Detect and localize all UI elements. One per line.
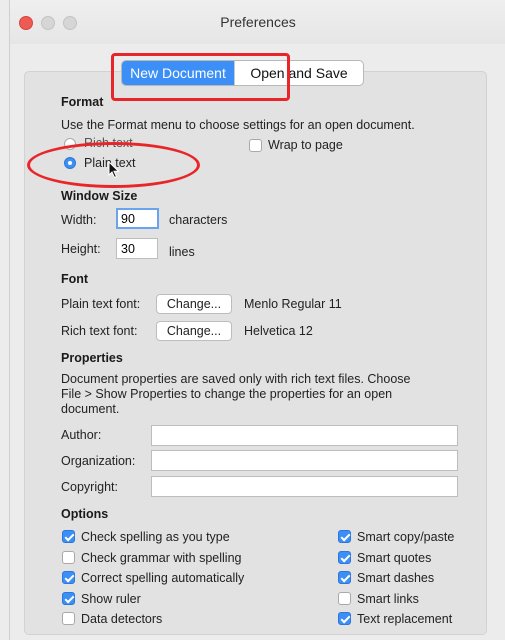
- show-ruler-label: Show ruler: [81, 592, 141, 606]
- rich-text-font-label: Rich text font:: [61, 324, 138, 338]
- smart-dashes-label: Smart dashes: [357, 571, 435, 585]
- height-input[interactable]: [116, 238, 158, 259]
- author-field[interactable]: [151, 425, 458, 446]
- rich-font-value: Helvetica 12: [244, 324, 313, 338]
- height-label: Height:: [61, 242, 101, 256]
- plain-text-font-label: Plain text font:: [61, 297, 141, 311]
- properties-description-line1: Document properties are saved only with …: [61, 372, 411, 386]
- smart-copy-paste-label: Smart copy/paste: [357, 530, 455, 544]
- smart-links-label: Smart links: [357, 592, 419, 606]
- smart-dashes-checkbox[interactable]: [338, 571, 351, 584]
- plain-font-value: Menlo Regular 11: [244, 297, 342, 311]
- tab-highlight-annotation: [111, 53, 290, 101]
- organization-label: Organization:: [61, 454, 136, 468]
- width-input[interactable]: [116, 208, 159, 229]
- height-unit-label: lines: [169, 245, 195, 259]
- wrap-to-page-label: Wrap to page: [268, 138, 343, 152]
- format-heading: Format: [61, 95, 104, 109]
- properties-description-line2: File > Show Properties to change the pro…: [61, 387, 393, 401]
- check-spelling-label: Check spelling as you type: [81, 530, 230, 544]
- check-spelling-checkbox[interactable]: [62, 530, 75, 543]
- rich-font-change-button[interactable]: Change...: [156, 321, 232, 341]
- check-grammar-label: Check grammar with spelling: [81, 551, 242, 565]
- window-title: Preferences: [220, 14, 296, 30]
- properties-heading: Properties: [61, 351, 123, 365]
- organization-field[interactable]: [151, 450, 458, 471]
- smart-copy-paste-checkbox[interactable]: [338, 530, 351, 543]
- data-detectors-checkbox[interactable]: [62, 612, 75, 625]
- correct-spelling-label: Correct spelling automatically: [81, 571, 245, 585]
- smart-links-checkbox[interactable]: [338, 592, 351, 605]
- width-unit-label: characters: [169, 213, 228, 227]
- text-replacement-checkbox[interactable]: [338, 612, 351, 625]
- width-label: Width:: [61, 213, 97, 227]
- format-description: Use the Format menu to choose settings f…: [61, 118, 415, 132]
- window-size-heading: Window Size: [61, 189, 138, 203]
- title-bar: Preferences: [10, 0, 505, 44]
- author-label: Author:: [61, 428, 102, 442]
- smart-quotes-checkbox[interactable]: [338, 551, 351, 564]
- text-replacement-label: Text replacement: [357, 612, 453, 626]
- options-heading: Options: [61, 507, 109, 521]
- mouse-cursor-icon: [108, 161, 120, 179]
- wrap-to-page-checkbox[interactable]: [249, 139, 262, 152]
- data-detectors-label: Data detectors: [81, 612, 163, 626]
- smart-quotes-label: Smart quotes: [357, 551, 432, 565]
- font-heading: Font: [61, 272, 89, 286]
- correct-spelling-checkbox[interactable]: [62, 571, 75, 584]
- properties-description-line3: document.: [61, 402, 120, 416]
- check-grammar-checkbox[interactable]: [62, 551, 75, 564]
- copyright-field[interactable]: [151, 476, 458, 497]
- show-ruler-checkbox[interactable]: [62, 592, 75, 605]
- plain-font-change-button[interactable]: Change...: [156, 294, 232, 314]
- copyright-label: Copyright:: [61, 480, 118, 494]
